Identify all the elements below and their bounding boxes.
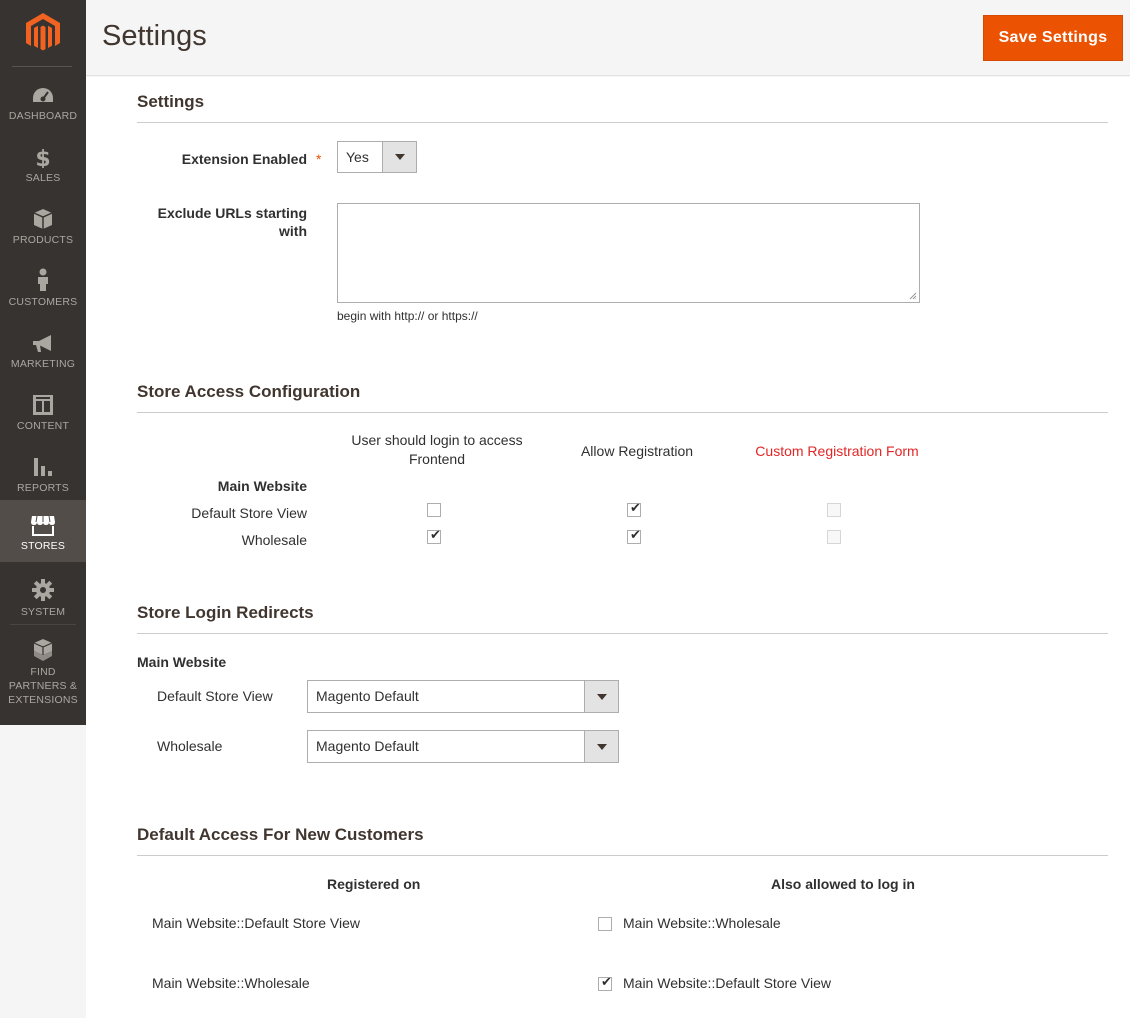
page-title: Settings [102,20,207,52]
login-redirect-value: Magento Default [316,688,419,704]
also-allowed-label: Main Website::Wholesale [623,915,781,931]
sidebar-divider [12,66,72,67]
svg-text:$: $ [35,147,50,168]
admin-app: DASHBOARD $ SALES PRODUCTS CUSTOMERS MAR… [0,0,1130,1018]
custom-form-checkbox-wholesale [827,530,841,544]
sidebar-item-sales[interactable]: $ SALES [0,132,86,194]
bar-chart-icon [32,454,54,478]
megaphone-icon [31,330,55,354]
page-header: Settings Save Settings [86,0,1130,76]
registered-on-value: Main Website::Wholesale [152,975,310,991]
extension-enabled-label: Extension Enabled [181,151,307,167]
chevron-down-icon [382,142,416,172]
column-custom-registration-form: Custom Registration Form [755,443,919,459]
blocks-icon [31,638,55,662]
section-title-store-access: Store Access Configuration [137,382,361,401]
sidebar-item-stores[interactable]: STORES [0,500,86,562]
admin-sidebar: DASHBOARD $ SALES PRODUCTS CUSTOMERS MAR… [0,0,86,725]
sidebar-item-find-partners[interactable]: FIND PARTNERS & EXTENSIONS [0,626,86,726]
magento-logo[interactable] [0,0,86,66]
login-redirect-select-wholesale[interactable]: Magento Default [307,730,619,763]
gear-icon [31,578,55,602]
column-login-required: User should login to access Frontend [351,432,523,467]
sidebar-label: PRODUCTS [12,234,74,246]
checkmark-icon: ✔ [430,527,441,542]
exclude-urls-label: Exclude URLs starting with [157,205,307,239]
sidebar-item-system[interactable]: SYSTEM [0,566,86,628]
section-title-login-redirects: Store Login Redirects [137,603,314,622]
registered-on-value: Main Website::Default Store View [152,915,361,931]
sidebar-item-products[interactable]: PRODUCTS [0,194,86,256]
also-allowed-checkbox-wholesale[interactable] [598,917,612,931]
sidebar-item-content[interactable]: CONTENT [0,380,86,442]
checkmark-icon: ✔ [630,527,641,542]
sidebar-label: CUSTOMERS [8,296,78,308]
login-redirect-row-label: Wholesale [157,738,223,754]
dashboard-icon [31,82,55,106]
dollar-icon: $ [35,144,51,168]
sidebar-divider [10,624,76,625]
column-also-allowed: Also allowed to log in [771,876,915,892]
person-icon [36,268,50,292]
login-redirects-website-label: Main Website [137,654,227,670]
store-access-website-label: Main Website [217,478,307,494]
section-divider [137,412,1108,413]
login-redirect-value: Magento Default [316,738,419,754]
section-title-default-access: Default Access For New Customers [137,825,424,844]
sidebar-item-reports[interactable]: REPORTS [0,442,86,504]
resize-grip-icon[interactable] [909,292,917,300]
sidebar-label: MARKETING [10,358,76,370]
exclude-urls-textarea[interactable] [337,203,920,303]
section-divider [137,122,1108,123]
allow-registration-checkbox-default-store[interactable]: ✔ [627,500,641,517]
allow-registration-checkbox-wholesale[interactable]: ✔ [627,527,641,544]
also-allowed-checkbox-default-store[interactable]: ✔ [598,974,612,991]
box-icon [32,206,54,230]
chevron-down-icon [584,681,618,712]
sidebar-label: STORES [20,540,66,552]
column-allow-registration: Allow Registration [580,443,694,459]
also-allowed-label: Main Website::Default Store View [623,975,832,991]
section-divider [137,855,1108,856]
save-settings-button[interactable]: Save Settings [983,15,1123,61]
required-asterisk: * [316,151,322,167]
extension-enabled-value: Yes [346,149,369,165]
section-title-settings: Settings [137,92,205,111]
extension-enabled-select[interactable]: Yes [337,141,417,173]
sidebar-label: FIND PARTNERS & EXTENSIONS [8,666,78,706]
sidebar-label: SYSTEM [20,606,66,618]
login-redirect-row-label: Default Store View [157,688,273,704]
sidebar-label: DASHBOARD [8,110,78,122]
login-required-checkbox-default-store[interactable] [427,503,441,517]
login-redirect-select-default-store[interactable]: Magento Default [307,680,619,713]
login-required-checkbox-wholesale[interactable]: ✔ [427,527,441,544]
checkmark-icon: ✔ [630,500,641,515]
sidebar-label: REPORTS [17,482,69,494]
section-divider [137,633,1108,634]
layout-icon [32,392,54,416]
custom-form-checkbox-default-store [827,503,841,517]
sidebar-item-marketing[interactable]: MARKETING [0,318,86,380]
sidebar-label: SALES [25,172,61,184]
store-access-row-label: Default Store View [191,505,307,521]
storefront-icon [30,512,56,536]
sidebar-item-customers[interactable]: CUSTOMERS [0,256,86,318]
chevron-down-icon [584,731,618,762]
column-registered-on: Registered on [327,876,421,892]
store-access-row-label: Wholesale [241,532,307,548]
checkmark-icon: ✔ [601,974,612,989]
sidebar-label: CONTENT [16,420,70,432]
settings-form: Settings Extension Enabled * Yes Exclude… [86,77,1130,1018]
exclude-urls-hint: begin with http:// or https:// [337,309,478,323]
sidebar-item-dashboard[interactable]: DASHBOARD [0,70,86,132]
